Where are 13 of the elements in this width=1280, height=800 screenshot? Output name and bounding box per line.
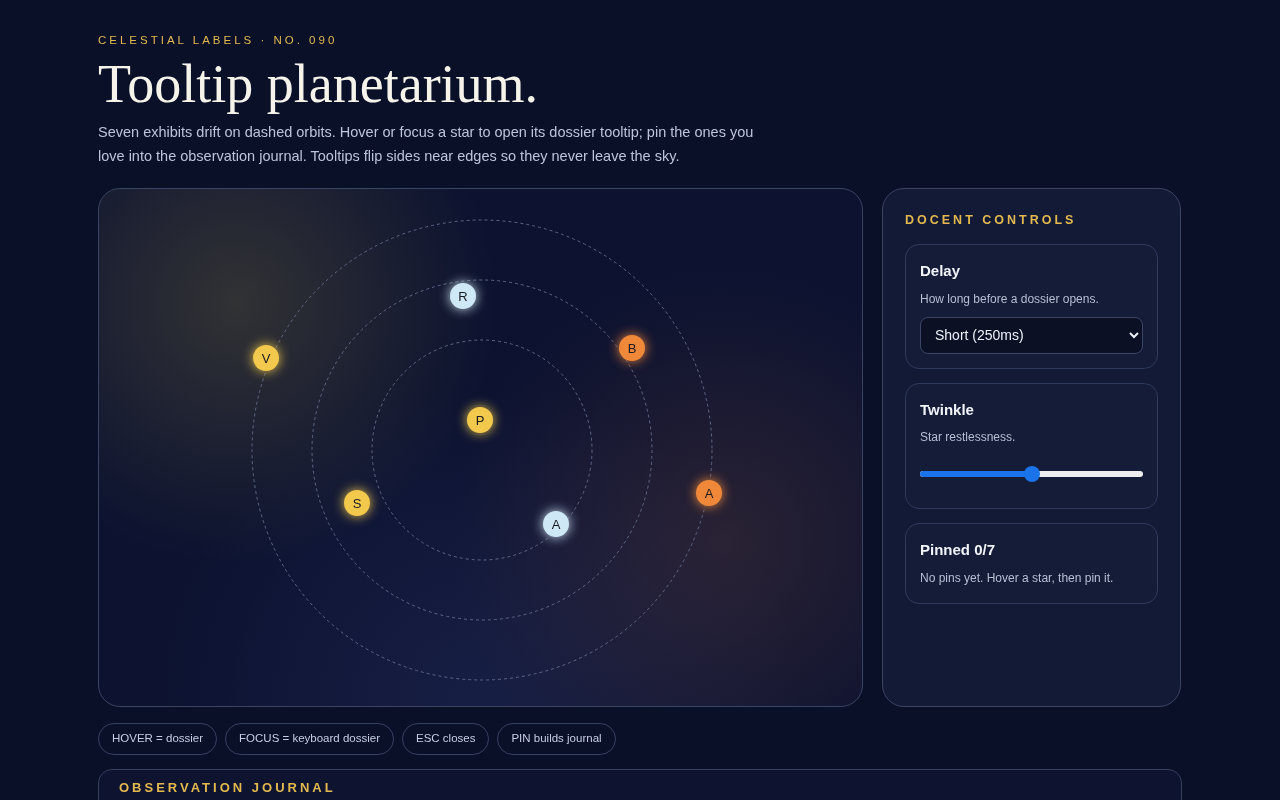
card-hint: No pins yet. Hover a star, then pin it. [920, 569, 1115, 587]
intro-text: Seven exhibits drift on dashed orbits. Hover or focus a star to open its dossier tooltip; pin the ones you love into the observation journal. Tooltips flip sides near edges so they never leave the sky. [98, 123, 755, 167]
panel-heading: DOCENT CONTROLS [905, 212, 1078, 230]
twinkle-slider[interactable] [920, 466, 1143, 482]
card-title: Delay [920, 261, 962, 281]
page-title: Tooltip planetarium. [98, 53, 540, 116]
journal-heading: OBSERVATION JOURNAL [119, 778, 337, 797]
delay-select[interactable]: Short (250ms) [920, 316, 1143, 354]
card-title: Twinkle [920, 399, 975, 420]
eyebrow: CELESTIAL LABELS · NO. 090 [98, 33, 339, 48]
card-title: Pinned 0/7 [920, 540, 997, 560]
card-hint: Star restlessness. [920, 429, 1017, 446]
card-hint: How long before a dossier opens. [920, 290, 1100, 308]
